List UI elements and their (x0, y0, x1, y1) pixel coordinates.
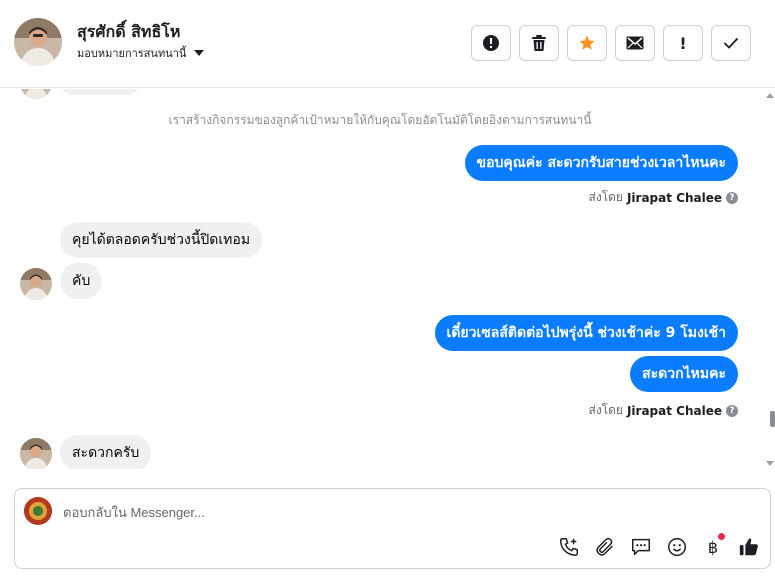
assign-conversation-dropdown[interactable]: มอบหมายการสนทนานี้ (77, 44, 205, 62)
sent-by-name[interactable]: Jirapat Chalee (627, 404, 722, 418)
system-notice: เราสร้างกิจกรรมของลูกค้าเป้าหมายให้กับคุ… (168, 113, 592, 127)
composer-tools: ฿ (557, 533, 761, 559)
assign-label: มอบหมายการสนทนานี้ (77, 47, 187, 60)
message-bubble-incoming: สะดวกครับ (60, 435, 152, 469)
call-button[interactable] (557, 535, 581, 559)
contact-avatar-small[interactable] (20, 438, 52, 469)
follow-up-button[interactable]: ! (663, 25, 703, 61)
mark-unread-button[interactable] (615, 25, 655, 61)
star-button[interactable] (567, 25, 607, 61)
sent-by-name[interactable]: Jirapat Chalee (627, 191, 722, 205)
check-icon (723, 37, 739, 49)
reply-composer: ฿ (14, 488, 771, 569)
sent-by-label: ส่งโดย Jirapat Chalee ? (588, 401, 738, 420)
scroll-up-arrow-icon[interactable] (766, 93, 774, 98)
contact-avatar-small[interactable] (20, 268, 52, 300)
message-bubble-outgoing: ขอบคุณค่ะ สะดวกรับสายช่วงเวลาไหนคะ (464, 145, 738, 181)
info-icon[interactable]: ? (726, 191, 738, 204)
message-bubble-partial (60, 89, 140, 95)
star-icon (579, 35, 595, 50)
phone-add-icon (560, 538, 578, 556)
emoji-button[interactable] (665, 535, 689, 559)
message-bubble-incoming: คับ (60, 263, 103, 299)
like-button[interactable] (737, 535, 761, 559)
envelope-icon (626, 36, 644, 50)
alert-circle-icon (483, 35, 499, 51)
thumbs-up-icon (739, 538, 758, 556)
message-bubble-outgoing: เดี๋ยวเซลส์ติดต่อไปพรุ่งนี้ ช่วงเช้าค่ะ … (434, 315, 738, 351)
sent-by-prefix: ส่งโดย (588, 403, 623, 417)
paperclip-icon (596, 537, 613, 556)
saved-replies-button[interactable] (629, 535, 653, 559)
notification-dot (718, 533, 725, 540)
exclamation-icon: ! (679, 33, 687, 53)
attach-button[interactable] (593, 535, 617, 559)
contact-avatar[interactable] (14, 18, 62, 66)
delete-button[interactable] (519, 25, 559, 61)
trash-icon (532, 35, 546, 51)
message-thread: เราสร้างกิจกรรมของลูกค้าเป้าหมายให้กับคุ… (0, 89, 767, 469)
contact-avatar-small (20, 89, 52, 99)
scrollbar-thumb[interactable] (770, 411, 775, 427)
smiley-icon (668, 538, 686, 556)
scroll-down-arrow-icon[interactable] (766, 461, 774, 466)
info-icon[interactable]: ? (726, 404, 738, 417)
chat-bubble-icon (632, 538, 650, 556)
header-toolbar: ! (471, 25, 751, 61)
contact-name[interactable]: สุรศักดิ์ สิทธิโห (77, 20, 180, 45)
reply-input[interactable] (63, 501, 663, 523)
report-button[interactable] (471, 25, 511, 61)
mark-done-button[interactable] (711, 25, 751, 61)
page-avatar (24, 497, 52, 525)
sent-by-prefix: ส่งโดย (588, 190, 623, 204)
conversation-header: สุรศักดิ์ สิทธิโห มอบหมายการสนทนานี้ ! (0, 0, 775, 88)
message-bubble-outgoing: สะดวกไหมคะ (630, 356, 738, 392)
caret-down-icon (194, 50, 205, 56)
baht-icon: ฿ (707, 537, 719, 557)
payment-button[interactable]: ฿ (701, 533, 725, 559)
message-bubble-incoming: คุยได้ตลอดครับช่วงนี้ปิดเทอม (60, 222, 263, 258)
sent-by-label: ส่งโดย Jirapat Chalee ? (588, 188, 738, 207)
